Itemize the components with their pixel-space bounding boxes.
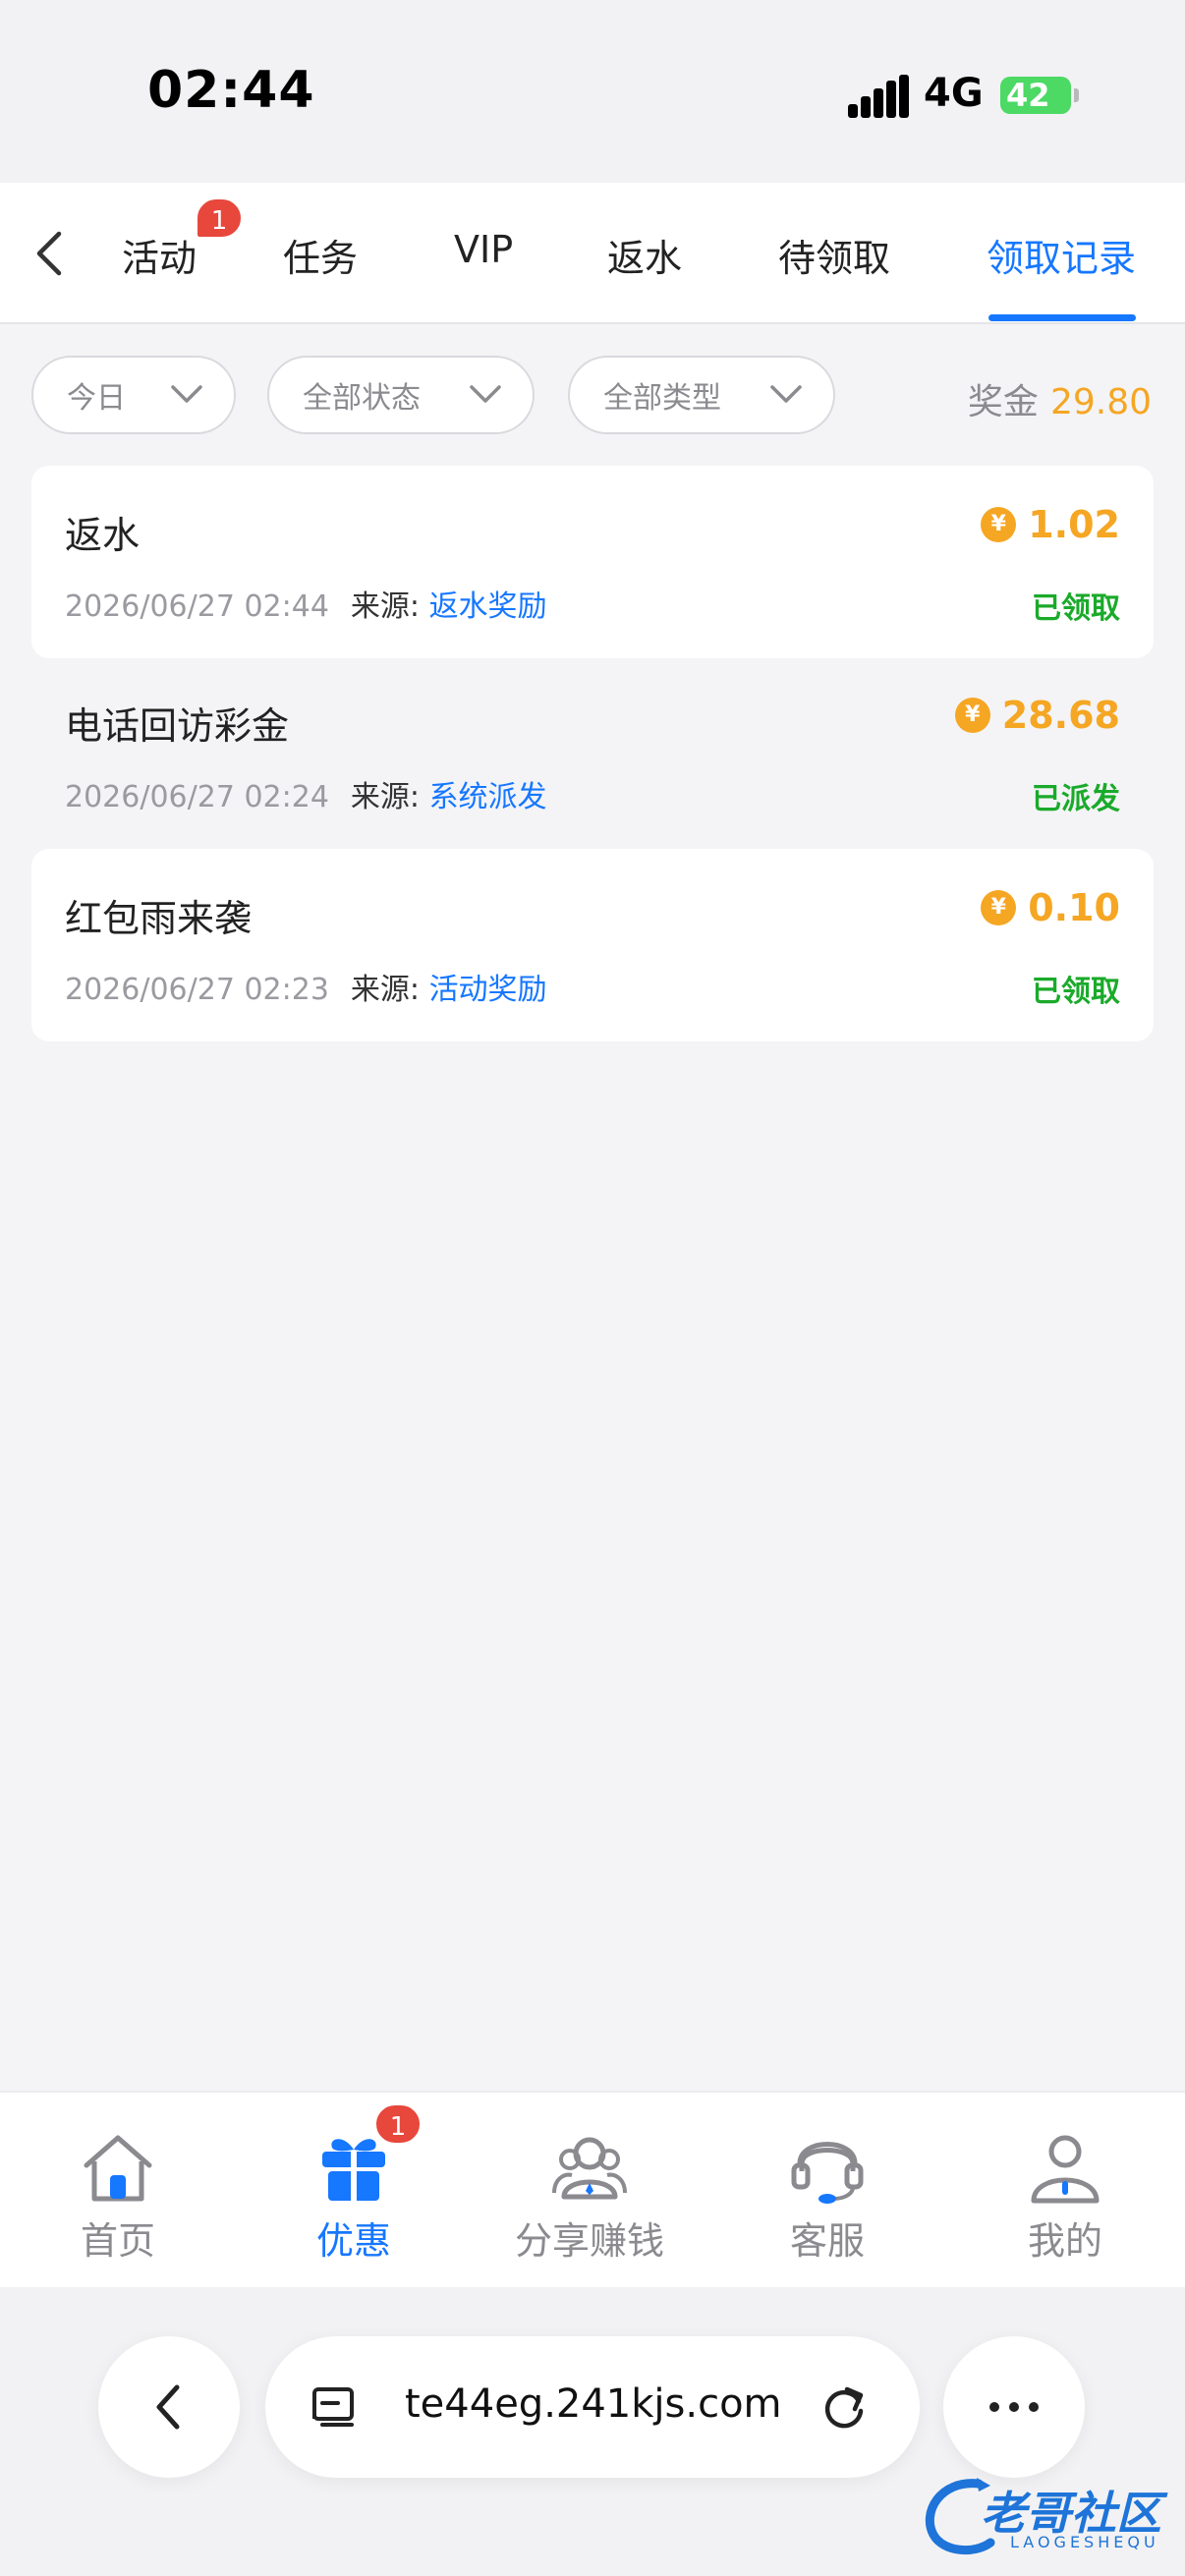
home-icon [84, 2135, 152, 2202]
coin-icon: ¥ [981, 507, 1017, 542]
tab-claim-history[interactable]: 领取记录 [987, 228, 1136, 282]
type-filter[interactable]: 全部类型 [568, 356, 835, 434]
chevron-down-icon [770, 385, 802, 403]
bonus-total: 奖金 29.80 [968, 373, 1152, 424]
record-meta: 2026/06/27 02:44 来源: 返水奖励 [65, 582, 547, 625]
tab-tasks[interactable]: 任务 [283, 228, 358, 282]
record-amount-value: 0.10 [1028, 886, 1120, 929]
more-icon [989, 2402, 1039, 2412]
record-source-label: 来源: [350, 589, 421, 624]
nav-home-label: 首页 [80, 2219, 155, 2263]
nav-support[interactable]: 客服 [729, 2132, 926, 2265]
tab-pending[interactable]: 待领取 [778, 228, 890, 282]
record-title: 返水 [65, 514, 141, 557]
nav-share-earn[interactable]: 分享赚钱 [491, 2132, 688, 2265]
bonus-amount: 29.80 [1049, 382, 1152, 422]
nav-offers-badge: 1 [373, 2102, 423, 2146]
record-meta: 2026/06/27 02:23 来源: 活动奖励 [65, 965, 547, 1008]
battery-level: 42 [1006, 77, 1050, 114]
back-chevron-icon[interactable] [29, 226, 69, 281]
chevron-left-icon [156, 2384, 180, 2430]
record-title: 红包雨来袭 [65, 897, 253, 940]
share-earn-icon [552, 2137, 627, 2200]
bottom-nav: 首页 优惠 1 分享赚钱 客服 我的 [0, 2091, 1185, 2287]
nav-share-earn-label: 分享赚钱 [514, 2219, 664, 2263]
record-source: 系统派发 [428, 780, 547, 814]
tab-vip[interactable]: VIP [454, 228, 513, 271]
watermark-logo: 老哥社区 LAOGESHEQU [920, 2468, 1173, 2562]
status-bar: 02:44 4G 42 [0, 0, 1185, 183]
record-status: 已领取 [1032, 975, 1120, 1009]
date-filter[interactable]: 今日 [31, 356, 236, 434]
reload-icon[interactable] [818, 2381, 871, 2435]
record-time: 2026/06/27 02:24 [65, 780, 329, 814]
active-tab-indicator [988, 314, 1136, 321]
record-item[interactable]: 电话回访彩金 2026/06/27 02:24 来源: 系统派发 ¥ 28.68 … [31, 656, 1154, 849]
status-time: 02:44 [147, 61, 315, 120]
nav-profile-label: 我的 [1027, 2219, 1102, 2263]
record-title: 电话回访彩金 [65, 704, 290, 748]
record-source: 返水奖励 [428, 589, 547, 624]
tab-rebate[interactable]: 返水 [607, 228, 682, 282]
tabs-icon [312, 2387, 354, 2427]
record-amount-value: 28.68 [1001, 694, 1120, 737]
profile-icon [1031, 2135, 1100, 2204]
record-amount: ¥ 28.68 [954, 694, 1120, 737]
record-source-label: 来源: [350, 973, 421, 1007]
record-status: 已领取 [1032, 591, 1120, 626]
record-status: 已派发 [1032, 782, 1120, 816]
record-amount: ¥ 1.02 [981, 503, 1120, 546]
record-source-label: 来源: [350, 780, 421, 814]
gift-icon [322, 2139, 385, 2201]
record-amount: ¥ 0.10 [981, 886, 1120, 929]
headset-icon [791, 2142, 864, 2204]
chevron-down-icon [171, 385, 202, 403]
bonus-label: 奖金 [967, 382, 1039, 422]
record-source: 活动奖励 [428, 973, 547, 1007]
record-meta: 2026/06/27 02:24 来源: 系统派发 [65, 772, 547, 815]
nav-home[interactable]: 首页 [20, 2132, 216, 2265]
status-filter[interactable]: 全部状态 [267, 356, 535, 434]
date-filter-label: 今日 [67, 381, 126, 416]
status-filter-label: 全部状态 [303, 381, 421, 416]
tab-activity[interactable]: 活动 [122, 228, 197, 282]
nav-profile[interactable]: 我的 [967, 2132, 1163, 2265]
record-item[interactable]: 返水 2026/06/27 02:44 来源: 返水奖励 ¥ 1.02 已领取 [31, 466, 1154, 658]
coin-icon: ¥ [981, 890, 1017, 925]
network-type: 4G [924, 71, 984, 116]
address-bar[interactable]: te44eg.241kjs.com [265, 2336, 920, 2478]
nav-offers-label: 优惠 [315, 2219, 391, 2263]
type-filter-label: 全部类型 [603, 381, 721, 416]
chevron-down-icon [470, 385, 501, 403]
record-amount-value: 1.02 [1028, 503, 1120, 546]
browser-back-button[interactable] [98, 2336, 240, 2478]
record-item[interactable]: 红包雨来袭 2026/06/27 02:23 来源: 活动奖励 ¥ 0.10 已领… [31, 849, 1154, 1041]
coin-icon: ¥ [954, 698, 990, 733]
tab-activity-badge: 1 [195, 196, 244, 240]
watermark-subtext: LAOGESHEQU [1010, 2533, 1159, 2551]
record-time: 2026/06/27 02:23 [65, 973, 329, 1007]
tab-bar: 活动 1 任务 VIP 返水 待领取 领取记录 [0, 183, 1185, 324]
signal-icon [848, 75, 909, 118]
browser-more-button[interactable] [943, 2336, 1085, 2478]
nav-offers[interactable]: 优惠 [255, 2132, 452, 2265]
record-time: 2026/06/27 02:44 [65, 589, 329, 624]
nav-support-label: 客服 [789, 2219, 865, 2263]
battery-icon: 42 [1000, 77, 1079, 114]
url-text: te44eg.241kjs.com [405, 2381, 782, 2427]
